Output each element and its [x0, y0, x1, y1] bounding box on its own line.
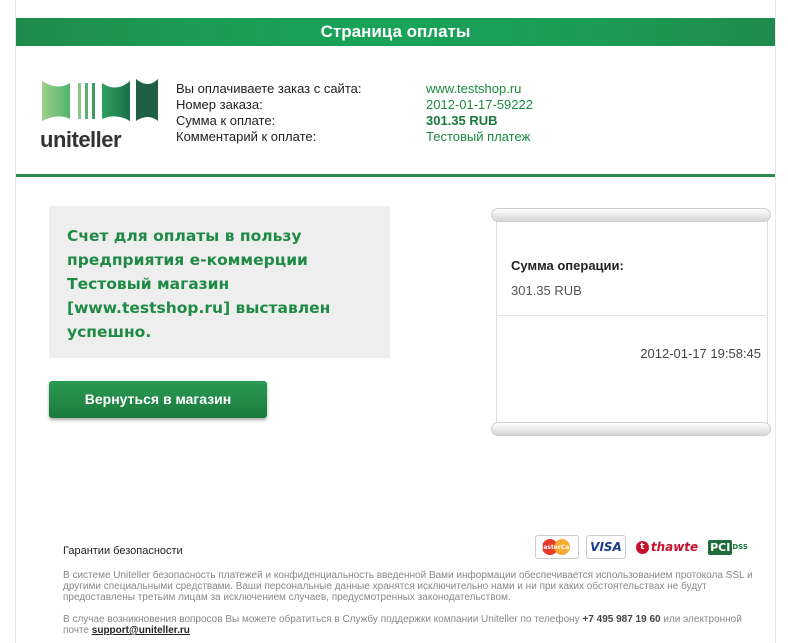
- mastercard-logo: MasterCard: [535, 535, 579, 559]
- payment-page: Страница оплаты uniteller Вы оплачиваете…: [15, 0, 776, 643]
- receipt-datetime: 2012-01-17 19:58:45: [640, 346, 761, 361]
- receipt-amount-value: 301.35 RUB: [511, 283, 582, 298]
- receipt-roll-bottom: [491, 422, 771, 436]
- order-number-value: 2012-01-17-59222: [426, 97, 533, 112]
- pci-dss-logo: PCI DSS: [708, 539, 748, 555]
- order-amount-label: Сумма к оплате:: [176, 113, 276, 128]
- order-site-label: Вы оплачиваете заказ с сайта:: [176, 81, 362, 96]
- order-number-label: Номер заказа:: [176, 97, 263, 112]
- logo-text: uniteller: [40, 127, 122, 152]
- back-to-shop-button[interactable]: Вернуться в магазин: [49, 381, 267, 418]
- success-message: Счет для оплаты в пользу предприятия е-к…: [67, 227, 331, 341]
- security-title: Гарантии безопасности: [63, 545, 183, 557]
- success-message-box: Счет для оплаты в пользу предприятия е-к…: [49, 206, 390, 358]
- receipt-roll-top: [491, 208, 771, 222]
- order-info: Вы оплачиваете заказ с сайта: www.testsh…: [176, 81, 533, 145]
- receipt-paper: [496, 216, 768, 428]
- receipt: Сумма операции: 301.35 RUB 2012-01-17 19…: [491, 208, 771, 436]
- order-site-value: www.testshop.ru: [426, 81, 522, 96]
- header-divider: [16, 174, 775, 177]
- support-text: В случае возникновения вопросов Вы может…: [63, 614, 742, 636]
- order-site-row: Вы оплачиваете заказ с сайта: www.testsh…: [176, 81, 533, 97]
- receipt-amount-label: Сумма операции:: [511, 258, 624, 273]
- visa-logo: VISA: [586, 535, 626, 559]
- order-comment-row: Комментарий к оплате: Тестовый платеж: [176, 129, 533, 145]
- thawte-icon: t: [635, 540, 649, 554]
- receipt-separator: [496, 315, 766, 316]
- order-number-row: Номер заказа: 2012-01-17-59222: [176, 97, 533, 113]
- order-amount-value: 301.35 RUB: [426, 113, 498, 128]
- uniteller-logo: uniteller: [40, 73, 160, 153]
- thawte-logo: t thawte: [633, 536, 701, 558]
- order-comment-value: Тестовый платеж: [426, 129, 531, 144]
- order-comment-label: Комментарий к оплате:: [176, 129, 317, 144]
- order-amount-row: Сумма к оплате: 301.35 RUB: [176, 113, 533, 129]
- page-title: Страница оплаты: [16, 18, 775, 46]
- logo-mark-icon: [42, 79, 158, 121]
- support-email-link[interactable]: support@uniteller.ru: [92, 625, 190, 636]
- support-phone: +7 495 987 19 60: [582, 614, 661, 625]
- security-text: В системе Uniteller безопасность платеже…: [63, 570, 753, 603]
- security-logos: MasterCard VISA t thawte PCI DSS: [535, 535, 748, 559]
